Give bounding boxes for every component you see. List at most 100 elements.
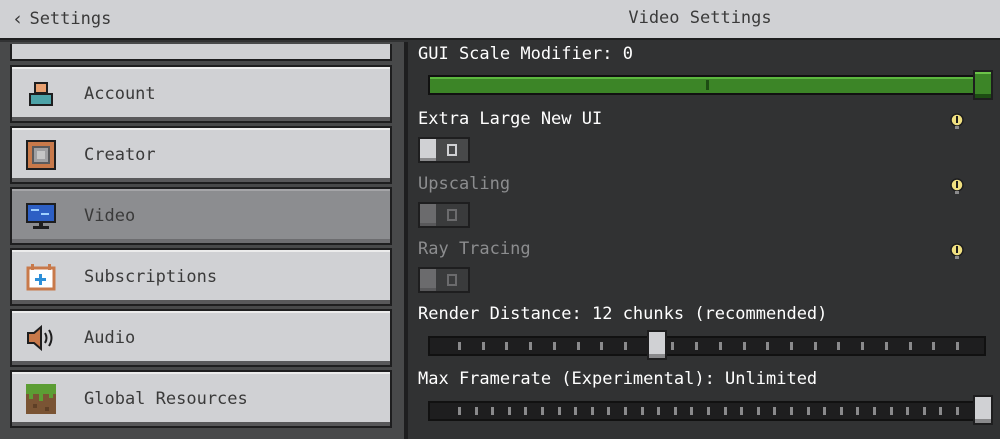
sidebar-item-label: Audio [84, 328, 136, 348]
slider-tick [706, 80, 709, 90]
toggle-off-indicator [447, 144, 457, 156]
slider-tick [909, 342, 912, 350]
slider-tick [873, 407, 876, 415]
video-monitor-icon [26, 203, 56, 229]
top-bar: ‹ Settings Video Settings [0, 0, 1000, 40]
slider-tick [923, 407, 926, 415]
grass-block-icon [26, 384, 56, 414]
sidebar-item-label: Video [84, 206, 136, 226]
slider-tick [574, 407, 577, 415]
info-icon[interactable] [950, 177, 964, 195]
slider-tick [724, 407, 727, 415]
slider-tick [577, 342, 580, 350]
slider-tick [939, 407, 942, 415]
video-settings-panel: GUI Scale Modifier: 0 Extra Large New UI… [408, 42, 1000, 439]
slider-tick [591, 407, 594, 415]
slider-tick [505, 342, 508, 350]
max-framerate-label: Max Framerate (Experimental): Unlimited [418, 369, 818, 389]
slider-tick [807, 407, 810, 415]
sidebar-item-label: Subscriptions [84, 267, 218, 287]
slider-tick [890, 407, 893, 415]
slider-tick [600, 342, 603, 350]
slider-tick [541, 407, 544, 415]
sidebar-item-label: Global Resources [84, 389, 248, 409]
slider-tick [707, 407, 710, 415]
sidebar-item-audio[interactable]: Audio [10, 309, 392, 367]
ray-tracing-toggle[interactable] [418, 267, 470, 293]
back-button[interactable]: ‹ Settings [12, 8, 111, 30]
speaker-icon [27, 324, 53, 352]
sidebar-item-label: Account [84, 84, 156, 104]
slider-tick [690, 407, 693, 415]
slider-tick [624, 407, 627, 415]
slider-tick [773, 407, 776, 415]
slider-tick [885, 342, 888, 350]
toggle-off-indicator [447, 209, 457, 221]
max-framerate-slider[interactable] [428, 401, 986, 421]
ray-tracing-label: Ray Tracing [418, 239, 531, 259]
slider-tick [553, 342, 556, 350]
slider-tick [906, 407, 909, 415]
slider-tick [607, 407, 610, 415]
toggle-knob [420, 269, 436, 291]
gui-scale-slider[interactable] [428, 75, 986, 95]
toggle-knob [420, 139, 436, 161]
upscaling-label: Upscaling [418, 174, 511, 194]
slider-tick [956, 342, 959, 350]
info-icon[interactable] [950, 242, 964, 260]
slider-tick [524, 407, 527, 415]
slider-tick [558, 407, 561, 415]
sidebar-item-subscriptions[interactable]: Subscriptions [10, 248, 392, 306]
slider-tick [671, 342, 674, 350]
slider-tick [624, 342, 627, 350]
slider-tick [491, 407, 494, 415]
slider-tick [837, 342, 840, 350]
back-label: Settings [29, 9, 112, 29]
slider-tick [790, 407, 793, 415]
slider-tick [657, 407, 660, 415]
slider-tick [840, 407, 843, 415]
sidebar-item-label: Creator [84, 145, 156, 165]
slider-tick [814, 342, 817, 350]
slider-tick [458, 342, 461, 350]
info-icon[interactable] [950, 112, 964, 130]
gui-scale-thumb[interactable] [973, 70, 993, 100]
slider-tick [508, 407, 511, 415]
sidebar-item-creator[interactable]: Creator [10, 126, 392, 184]
account-icon [29, 82, 53, 106]
slider-tick [719, 342, 722, 350]
render-distance-label: Render Distance: 12 chunks (recommended) [418, 304, 828, 324]
slider-tick [743, 342, 746, 350]
slider-tick [956, 407, 959, 415]
slider-tick [861, 342, 864, 350]
toggle-off-indicator [447, 274, 457, 286]
slider-tick [641, 407, 644, 415]
slider-tick [757, 407, 760, 415]
sidebar-item-partial[interactable] [10, 44, 392, 61]
slider-tick [695, 342, 698, 350]
render-distance-slider[interactable] [428, 336, 986, 356]
sidebar-item-global-resources[interactable]: Global Resources [10, 370, 392, 428]
sidebar-item-account[interactable]: Account [10, 65, 392, 123]
max-framerate-thumb[interactable] [973, 395, 993, 425]
slider-tick [932, 342, 935, 350]
gui-scale-label: GUI Scale Modifier: 0 [418, 44, 633, 64]
chevron-left-icon: ‹ [12, 8, 24, 30]
slider-tick [482, 342, 485, 350]
extra-large-ui-toggle[interactable] [418, 137, 470, 163]
render-distance-thumb[interactable] [647, 330, 667, 360]
upscaling-toggle[interactable] [418, 202, 470, 228]
page-title: Video Settings [628, 8, 772, 28]
slider-tick [740, 407, 743, 415]
slider-tick [674, 407, 677, 415]
sidebar-item-video[interactable]: Video [10, 187, 392, 245]
extra-large-ui-label: Extra Large New UI [418, 109, 603, 129]
toggle-knob [420, 204, 436, 226]
slider-tick [529, 342, 532, 350]
slider-tick [475, 407, 478, 415]
creator-icon [26, 140, 56, 170]
slider-tick [856, 407, 859, 415]
slider-tick [766, 342, 769, 350]
subscriptions-icon [26, 264, 56, 291]
slider-tick [823, 407, 826, 415]
